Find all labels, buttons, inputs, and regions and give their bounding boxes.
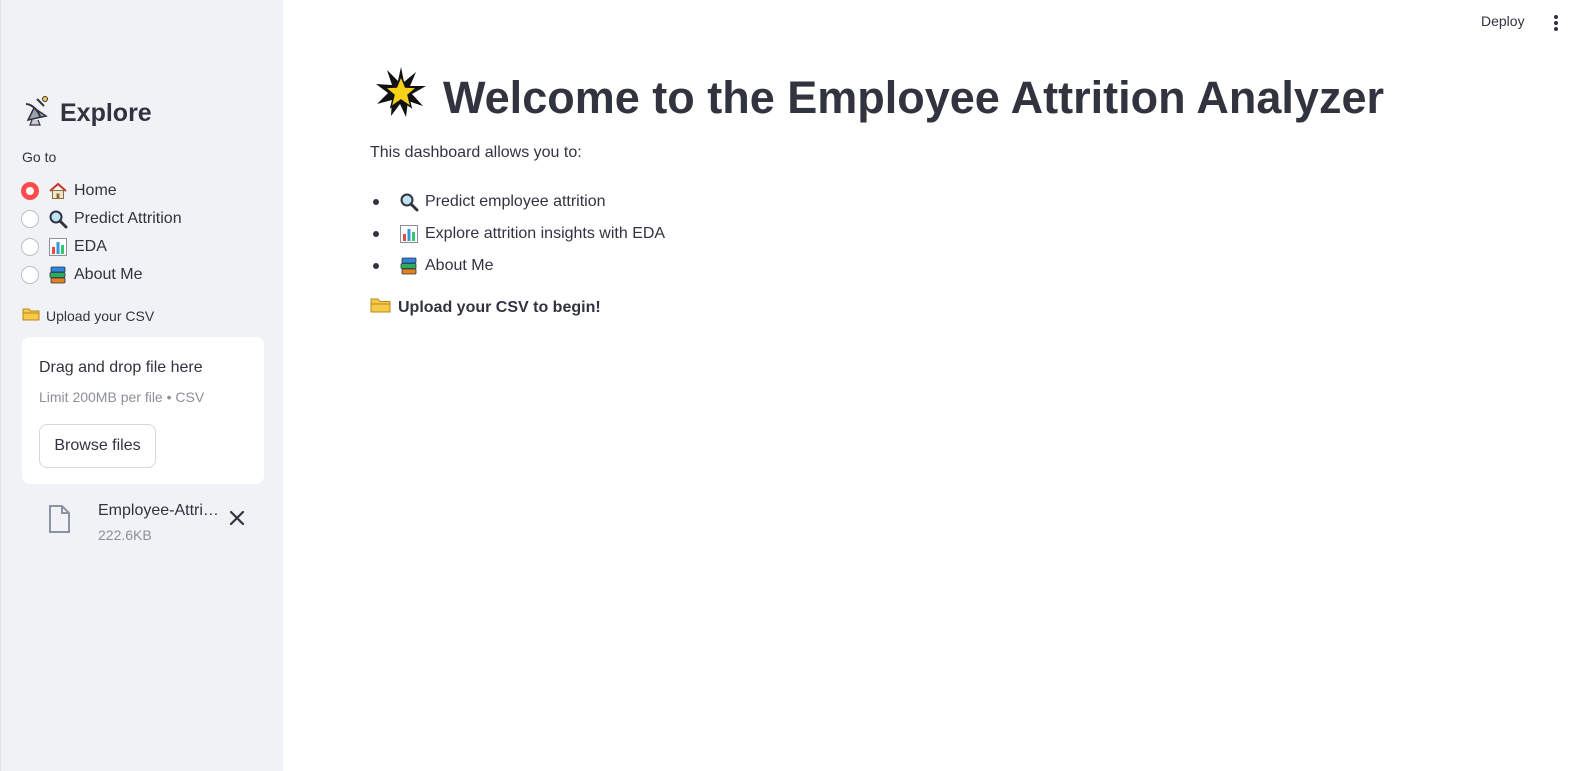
nav-label: Predict Attrition — [74, 210, 182, 227]
sidebar-title-text: Explore — [60, 99, 152, 127]
bullet-dot — [373, 263, 379, 269]
magnifier-icon — [399, 192, 419, 212]
vertical-dots-icon[interactable] — [1548, 13, 1564, 33]
radio-selected[interactable] — [21, 182, 39, 200]
file-dropzone[interactable]: Drag and drop file here Limit 200MB per … — [22, 337, 264, 484]
list-item-text: Predict employee attrition — [425, 193, 606, 210]
books-icon — [399, 256, 419, 276]
house-icon — [48, 181, 68, 201]
dropzone-limit: Limit 200MB per file • CSV — [39, 389, 205, 405]
books-icon — [48, 265, 68, 285]
glowing-star-icon — [373, 64, 429, 131]
deploy-button[interactable]: Deploy — [1481, 13, 1525, 29]
magnifier-icon — [48, 209, 68, 229]
bullet-dot — [373, 199, 379, 205]
sidebar: Explore Go to Home Predict Attrition EDA — [0, 0, 283, 771]
feature-list: Predict employee attrition Explore attri… — [370, 186, 665, 282]
radio-unselected[interactable] — [21, 210, 39, 228]
list-item-text: Explore attrition insights with EDA — [425, 225, 666, 242]
radio-unselected[interactable] — [21, 238, 39, 256]
satellite-antenna-icon — [22, 94, 52, 133]
nav-option-predict-attrition[interactable]: Predict Attrition — [21, 205, 182, 233]
upload-cta: Upload your CSV to begin! — [370, 296, 601, 319]
list-item: Explore attrition insights with EDA — [370, 218, 665, 250]
bullet-dot — [373, 231, 379, 237]
file-name: Employee-Attrition.csv — [98, 502, 223, 519]
nav-label: About Me — [74, 266, 143, 283]
bar-chart-icon — [399, 224, 419, 244]
uploaded-file: Employee-Attrition.csv 222.6KB — [46, 499, 266, 547]
file-size: 222.6KB — [98, 527, 152, 543]
browse-files-button[interactable]: Browse files — [39, 424, 156, 468]
page-title: Welcome to the Employee Attrition Analyz… — [373, 64, 1384, 131]
file-icon — [48, 505, 70, 533]
list-item: Predict employee attrition — [370, 186, 665, 218]
folder-icon — [22, 306, 40, 325]
list-item: About Me — [370, 250, 665, 282]
nav-label: EDA — [74, 238, 107, 255]
nav-label: Home — [74, 182, 117, 199]
nav-option-about-me[interactable]: About Me — [21, 261, 182, 289]
page-title-text: Welcome to the Employee Attrition Analyz… — [443, 71, 1385, 123]
nav-radio-group: Home Predict Attrition EDA About Me — [21, 177, 182, 289]
radio-unselected[interactable] — [21, 266, 39, 284]
sidebar-title: Explore — [22, 94, 152, 133]
folder-icon — [370, 296, 391, 319]
list-item-text: About Me — [425, 257, 494, 274]
dropzone-title: Drag and drop file here — [39, 359, 203, 376]
upload-cta-text: Upload your CSV to begin! — [398, 298, 601, 316]
close-icon[interactable] — [226, 507, 248, 529]
upload-label: Upload your CSV — [22, 306, 154, 325]
goto-label: Go to — [22, 149, 57, 165]
bar-chart-icon — [48, 237, 68, 257]
nav-option-eda[interactable]: EDA — [21, 233, 182, 261]
upload-label-text: Upload your CSV — [46, 307, 155, 324]
intro-text: This dashboard allows you to: — [370, 144, 582, 161]
nav-option-home[interactable]: Home — [21, 177, 182, 205]
